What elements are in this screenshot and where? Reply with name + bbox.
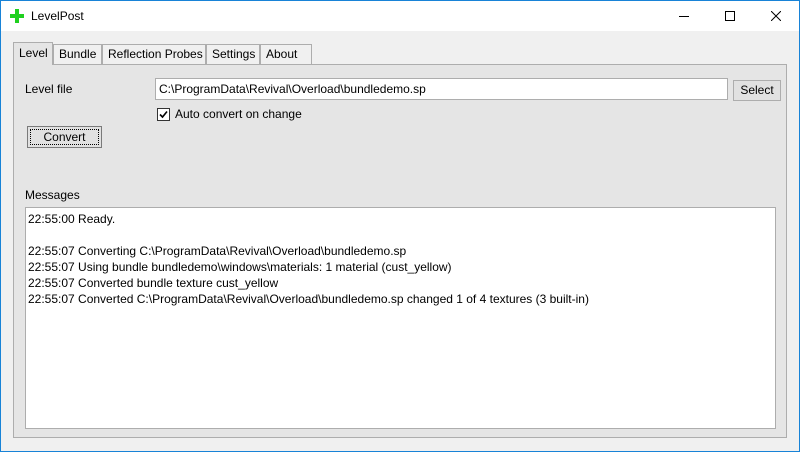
message-line: 22:55:07 Converted bundle texture cust_y… xyxy=(28,276,279,290)
app-window: LevelPost Level Bundle Reflection Probes… xyxy=(0,0,800,452)
minimize-button[interactable] xyxy=(661,1,707,31)
minimize-icon xyxy=(679,16,689,17)
message-line xyxy=(28,227,773,243)
messages-label: Messages xyxy=(25,188,80,202)
tab-reflection-probes[interactable]: Reflection Probes xyxy=(102,44,206,64)
message-line: 22:55:07 Converted C:\ProgramData\Reviva… xyxy=(28,292,589,306)
auto-convert-checkbox[interactable] xyxy=(157,108,170,121)
message-line: 22:55:07 Using bundle bundledemo\windows… xyxy=(28,260,452,274)
tab-about[interactable]: About xyxy=(260,44,312,64)
messages-log[interactable]: 22:55:00 Ready. 22:55:07 Converting C:\P… xyxy=(25,207,776,429)
auto-convert-label: Auto convert on change xyxy=(175,107,302,121)
maximize-button[interactable] xyxy=(707,1,753,31)
level-file-label: Level file xyxy=(25,82,73,96)
green-plus-icon xyxy=(10,9,24,23)
checkmark-icon xyxy=(159,110,168,119)
message-line: 22:55:00 Ready. xyxy=(28,212,116,226)
tab-level[interactable]: Level xyxy=(13,42,53,65)
maximize-icon xyxy=(725,11,735,21)
level-file-input[interactable]: C:\ProgramData\Revival\Overload\bundlede… xyxy=(155,78,728,100)
title-bar[interactable]: LevelPost xyxy=(1,1,799,31)
close-button[interactable] xyxy=(753,1,799,31)
level-tab-panel: Level file C:\ProgramData\Revival\Overlo… xyxy=(13,64,787,438)
window-title: LevelPost xyxy=(31,9,84,23)
tab-bundle[interactable]: Bundle xyxy=(53,44,102,64)
select-button[interactable]: Select xyxy=(733,80,781,101)
close-icon xyxy=(771,11,781,21)
client-area: Level Bundle Reflection Probes Settings … xyxy=(1,31,799,451)
convert-button[interactable]: Convert xyxy=(27,126,102,148)
tab-settings[interactable]: Settings xyxy=(206,44,260,64)
convert-button-label: Convert xyxy=(43,130,86,144)
message-line: 22:55:07 Converting C:\ProgramData\Reviv… xyxy=(28,244,407,258)
